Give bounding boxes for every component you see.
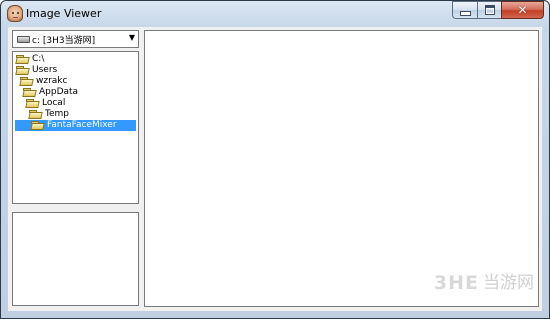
folder-open-icon [28, 110, 43, 119]
folder-open-icon [15, 66, 30, 75]
app-face-icon [7, 5, 23, 22]
tree-item-label: Temp [45, 109, 69, 119]
watermark-logo: 3HE [433, 272, 479, 294]
tree-item-label: Users [32, 65, 58, 75]
drive-selector[interactable]: c: [3H3当游网] ▼ [12, 30, 139, 48]
folder-tree[interactable]: C:\ Users wzrakc AppData Local Temp Fant… [12, 51, 139, 204]
folder-open-icon [25, 99, 40, 108]
watermark-text: 当游网 [483, 273, 534, 293]
tree-item-label: wzrakc [36, 76, 68, 86]
tree-item-label: FantaFaceMixer [46, 120, 118, 131]
tree-item-local[interactable]: Local [25, 98, 66, 109]
tree-item-label: C:\ [32, 54, 45, 64]
tree-item-label: Local [42, 98, 66, 108]
folder-open-icon [22, 88, 37, 97]
maximize-icon [484, 5, 495, 15]
tree-item-label: AppData [39, 87, 79, 97]
tree-item-temp[interactable]: Temp [28, 109, 70, 120]
folder-open-icon [19, 77, 34, 86]
close-icon: ✕ [517, 3, 528, 17]
chevron-down-icon[interactable]: ▼ [129, 33, 135, 42]
tree-item-users[interactable]: Users [15, 65, 58, 76]
drive-icon [17, 36, 30, 43]
app-window: Image Viewer ✕ c: [3H3当游网] ▼ C:\ Users w… [0, 0, 550, 319]
maximize-button[interactable] [477, 1, 501, 19]
tree-item-c-drive[interactable]: C:\ [15, 54, 45, 65]
folder-open-icon [15, 55, 30, 64]
minimize-button[interactable] [452, 1, 477, 19]
tree-item-fantafacemixer[interactable]: FantaFaceMixer [15, 120, 136, 131]
client-area: c: [3H3当游网] ▼ C:\ Users wzrakc AppData L… [8, 27, 542, 311]
image-preview-pane[interactable]: 3HE 当游网 [144, 30, 539, 307]
file-list[interactable] [12, 212, 139, 306]
drive-selector-value: c: [3H3当游网] [32, 36, 96, 46]
close-button[interactable]: ✕ [501, 1, 544, 19]
window-title: Image Viewer [26, 7, 102, 20]
title-bar[interactable]: Image Viewer ✕ [1, 1, 549, 27]
tree-item-wzrakc[interactable]: wzrakc [19, 76, 68, 87]
tree-item-appdata[interactable]: AppData [22, 87, 79, 98]
minimize-icon [459, 10, 471, 16]
folder-open-icon [30, 121, 45, 130]
window-controls: ✕ [452, 1, 544, 20]
